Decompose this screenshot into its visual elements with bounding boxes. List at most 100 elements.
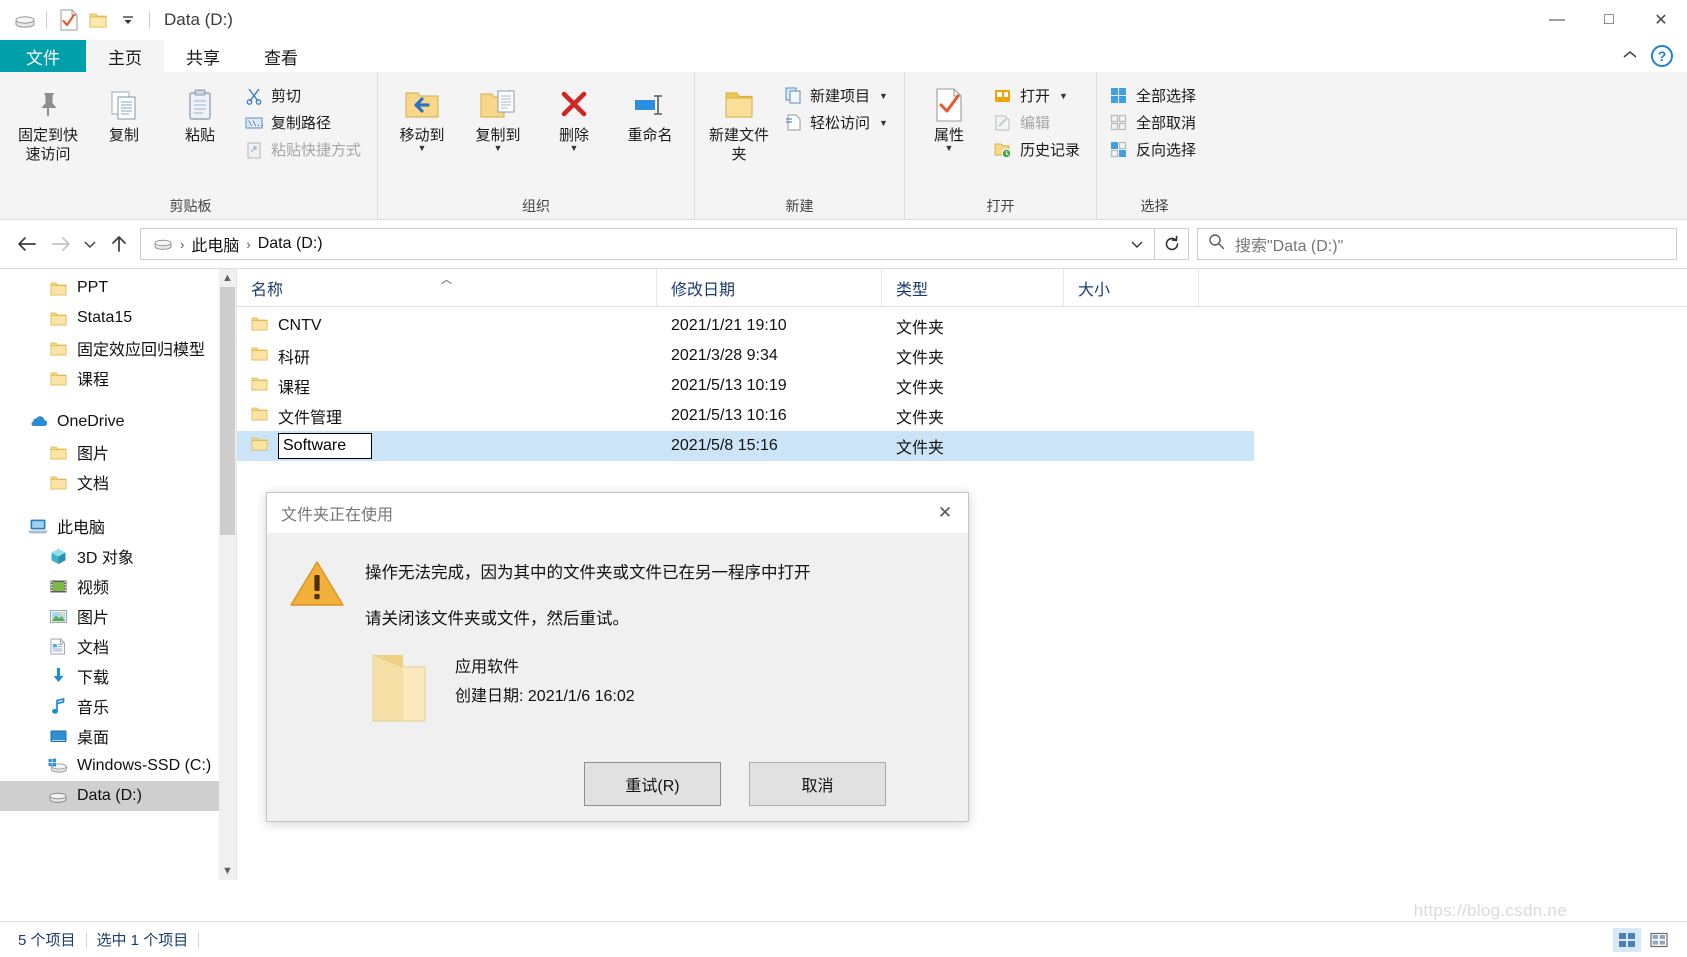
maximize-button[interactable]: □ [1583, 0, 1635, 40]
copy-to-button[interactable]: 复制到 ▼ [462, 80, 534, 157]
move-to-button[interactable]: 移动到 ▼ [386, 80, 458, 157]
sidebar-scrollbar[interactable]: ▲ ▼ [219, 269, 236, 880]
invert-selection-button[interactable]: 反向选择 [1105, 136, 1204, 163]
table-row[interactable]: 课程 2021/5/13 10:19 文件夹 [237, 371, 1687, 401]
sidebar-item-onedrive-documents[interactable]: 文档 [0, 467, 236, 497]
chevron-up-icon[interactable] [1621, 49, 1639, 64]
sidebar-item-data-d[interactable]: Data (D:) [0, 781, 236, 811]
tab-file[interactable]: 文件 [0, 40, 86, 72]
chevron-down-icon[interactable]: ▼ [944, 143, 953, 153]
copy-path-button[interactable]: \\.. 复制路径 [240, 109, 369, 136]
retry-button[interactable]: 重试(R) [584, 762, 721, 806]
tab-share[interactable]: 共享 [164, 40, 242, 72]
up-arrow-icon[interactable] [102, 227, 136, 261]
new-item-button[interactable]: 新建项目 ▼ [779, 82, 896, 109]
history-button[interactable]: 历史记录 [989, 136, 1088, 163]
breadcrumb-separator-0[interactable]: › [180, 237, 184, 252]
pin-to-quick-access-button[interactable]: 固定到快速访问 [12, 80, 84, 168]
chevron-down-icon-2[interactable]: ▼ [879, 118, 888, 128]
address-dropdown-icon[interactable] [1124, 237, 1150, 252]
dialog-message-row: 操作无法完成，因为其中的文件夹或文件已在另一程序中打开 请关闭该文件夹或文件，然… [267, 555, 968, 629]
details-view-icon[interactable] [1613, 927, 1641, 952]
sidebar-item-ppt[interactable]: PPT [0, 273, 236, 303]
sidebar-item-videos[interactable]: 视频 [0, 571, 236, 601]
close-icon[interactable]: ✕ [922, 493, 968, 533]
folder-icon [48, 472, 68, 492]
breadcrumb-item-1[interactable]: Data (D:) [254, 233, 327, 255]
folder-in-use-dialog: 文件夹正在使用 ✕ 操作无法完成，因为其中的文件夹或文件已在另一程序中打开 请关… [266, 492, 969, 822]
open-button[interactable]: 打开 ▼ [989, 82, 1088, 109]
chevron-down-icon[interactable]: ▼ [879, 91, 888, 101]
chevron-down-icon[interactable]: ▼ [418, 143, 427, 153]
easy-access-button[interactable]: 轻松访问 ▼ [779, 109, 896, 136]
cut-button[interactable]: 剪切 [240, 82, 369, 109]
sidebar-item-onedrive[interactable]: OneDrive [0, 407, 236, 437]
close-button[interactable]: ✕ [1635, 0, 1687, 40]
sidebar-item-documents[interactable]: 文档 [0, 631, 236, 661]
sidebar-label: 文档 [77, 476, 110, 493]
paste-shortcut-button: 粘贴快捷方式 [240, 136, 369, 163]
new-folder-icon[interactable] [83, 5, 113, 35]
column-header-type[interactable]: 类型 [882, 269, 1064, 307]
open-label: 打开 [1019, 88, 1050, 105]
help-icon[interactable]: ? [1651, 45, 1673, 67]
table-row[interactable]: 科研 2021/3/28 9:34 文件夹 [237, 341, 1687, 371]
table-row[interactable]: Software 2021/5/8 15:16 文件夹 [237, 431, 1254, 461]
sidebar-item-desktop[interactable]: 桌面 [0, 721, 236, 751]
sidebar-item-this-pc[interactable]: 此电脑 [0, 511, 236, 541]
minimize-button[interactable]: — [1531, 0, 1583, 40]
tab-home[interactable]: 主页 [86, 40, 164, 72]
dialog-title-bar: 文件夹正在使用 ✕ [267, 493, 968, 533]
delete-button[interactable]: 删除 ▼ [538, 80, 610, 157]
file-type-cell: 文件夹 [896, 320, 945, 337]
select-none-button[interactable]: 全部取消 [1105, 109, 1204, 136]
sidebar-item-fixed-effects-model[interactable]: 固定效应回归模型 [0, 333, 236, 363]
sidebar-item-stata15[interactable]: Stata15 [0, 303, 236, 333]
sidebar-item-downloads[interactable]: 下载 [0, 661, 236, 691]
customize-caret-icon[interactable] [113, 5, 143, 35]
sidebar-item-course[interactable]: 课程 [0, 363, 236, 393]
chevron-down-icon-2[interactable]: ▼ [494, 143, 503, 153]
divider-2 [149, 11, 150, 29]
search-input[interactable]: 搜索"Data (D:)" [1197, 228, 1677, 260]
column-header-name[interactable]: ︿ 名称 [237, 269, 657, 307]
breadcrumb-separator-1[interactable]: › [246, 237, 250, 252]
chevron-down-icon-3[interactable]: ▼ [570, 143, 579, 153]
new-folder-button[interactable]: 新建文件夹 [703, 80, 775, 168]
chevron-down-icon-2[interactable]: ▼ [1059, 91, 1068, 101]
scroll-up-icon[interactable]: ▲ [219, 269, 236, 287]
cancel-button[interactable]: 取消 [749, 762, 886, 806]
sidebar-item-onedrive-pictures[interactable]: 图片 [0, 437, 236, 467]
column-header-date[interactable]: 修改日期 [657, 269, 882, 307]
recent-locations-icon[interactable] [78, 227, 102, 261]
properties-button[interactable]: 属性 ▼ [913, 80, 985, 157]
column-header-size[interactable]: 大小 [1064, 269, 1199, 307]
large-icons-view-icon[interactable] [1645, 928, 1673, 952]
sidebar-scrollbar-thumb[interactable] [220, 287, 235, 535]
search-placeholder: 搜索"Data (D:)" [1235, 238, 1344, 255]
scroll-down-icon[interactable]: ▼ [219, 862, 236, 880]
sidebar-item-windows-ssd-c[interactable]: Windows-SSD (C:) [0, 751, 236, 781]
address-input[interactable]: › 此电脑 › Data (D:) [140, 228, 1155, 260]
tab-view[interactable]: 查看 [242, 40, 320, 72]
sidebar-item-music[interactable]: 音乐 [0, 691, 236, 721]
refresh-button[interactable] [1155, 228, 1189, 260]
new-small-buttons: 新建项目 ▼ 轻松访问 ▼ [779, 80, 896, 136]
desktop-icon [48, 726, 68, 746]
table-row[interactable]: CNTV 2021/1/21 19:10 文件夹 [237, 311, 1687, 341]
properties-icon[interactable] [53, 5, 83, 35]
sidebar-item-pictures[interactable]: 图片 [0, 601, 236, 631]
breadcrumb-drive-icon[interactable] [149, 233, 177, 255]
properties-icon [933, 84, 965, 126]
back-arrow-icon[interactable] [10, 227, 44, 261]
sidebar-item-3d-objects[interactable]: 3D 对象 [0, 541, 236, 571]
paste-button[interactable]: 粘贴 [164, 80, 236, 149]
select-all-button[interactable]: 全部选择 [1105, 82, 1204, 109]
breadcrumb-item-0[interactable]: 此电脑 [187, 230, 243, 258]
rename-input[interactable]: Software [278, 433, 372, 459]
table-row[interactable]: 文件管理 2021/5/13 10:16 文件夹 [237, 401, 1687, 431]
file-name-label: 科研 [278, 350, 311, 367]
column-header-name-label: 名称 [251, 281, 284, 299]
copy-button[interactable]: 复制 [88, 80, 160, 149]
rename-button[interactable]: 重命名 [614, 80, 686, 149]
